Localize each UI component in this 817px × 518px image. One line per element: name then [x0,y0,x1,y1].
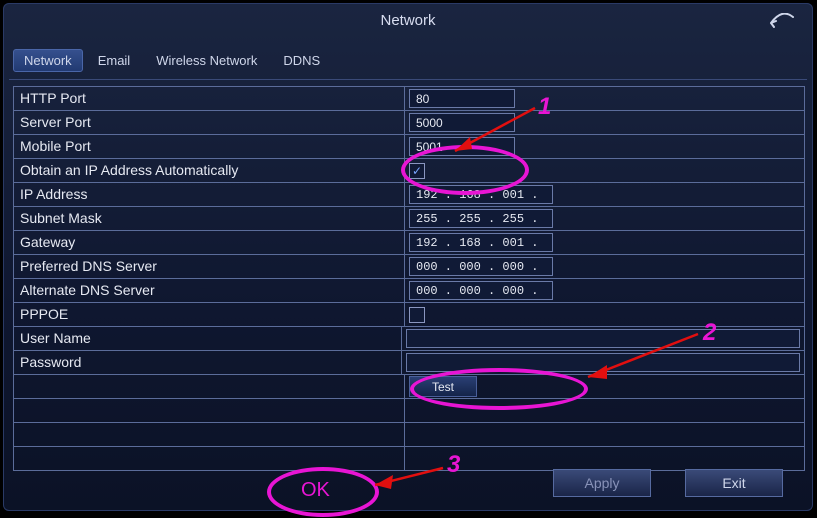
empty-cell [405,447,804,470]
input-dns1[interactable] [409,257,553,276]
settings-table: HTTP Port Server Port Mobile Port Obtain… [13,86,805,471]
divider [9,79,807,80]
annotation-ok-text: OK [301,479,330,502]
tab-email[interactable]: Email [87,49,142,72]
input-mask[interactable] [409,209,553,228]
label-server-port: Server Port [14,111,405,134]
footer-buttons: Apply Exit [553,469,783,497]
label-password: Password [14,351,402,374]
empty-cell [14,447,405,470]
tab-bar: Network Email Wireless Network DDNS [13,47,803,73]
input-mobile-port[interactable] [409,137,515,156]
label-http-port: HTTP Port [14,87,405,110]
input-password[interactable] [406,353,800,372]
label-mobile-port: Mobile Port [14,135,405,158]
checkbox-dhcp[interactable] [409,163,425,179]
label-pppoe: PPPOE [14,303,405,326]
tab-network[interactable]: Network [13,49,83,72]
label-dns1: Preferred DNS Server [14,255,405,278]
input-username[interactable] [406,329,800,348]
test-button[interactable]: Test [409,376,477,397]
label-username: User Name [14,327,402,350]
empty-cell [14,375,405,398]
network-settings-window: Network Network Email Wireless Network D… [3,3,813,511]
label-dhcp: Obtain an IP Address Automatically [14,159,405,182]
annotation-oval-3 [267,467,379,517]
checkbox-pppoe[interactable] [409,307,425,323]
tab-ddns[interactable]: DDNS [272,49,331,72]
input-http-port[interactable] [409,89,515,108]
window-title: Network [380,12,435,29]
label-gateway: Gateway [14,231,405,254]
empty-cell [14,399,405,422]
title-bar: Network [3,3,813,39]
label-mask: Subnet Mask [14,207,405,230]
input-gateway[interactable] [409,233,553,252]
exit-button[interactable]: Exit [685,469,783,497]
empty-cell [405,423,804,446]
input-server-port[interactable] [409,113,515,132]
label-ip: IP Address [14,183,405,206]
empty-cell [14,423,405,446]
label-dns2: Alternate DNS Server [14,279,405,302]
input-dns2[interactable] [409,281,553,300]
tab-wireless[interactable]: Wireless Network [145,49,268,72]
back-icon[interactable] [769,13,795,29]
input-ip[interactable] [409,185,553,204]
apply-button[interactable]: Apply [553,469,651,497]
empty-cell [405,399,804,422]
